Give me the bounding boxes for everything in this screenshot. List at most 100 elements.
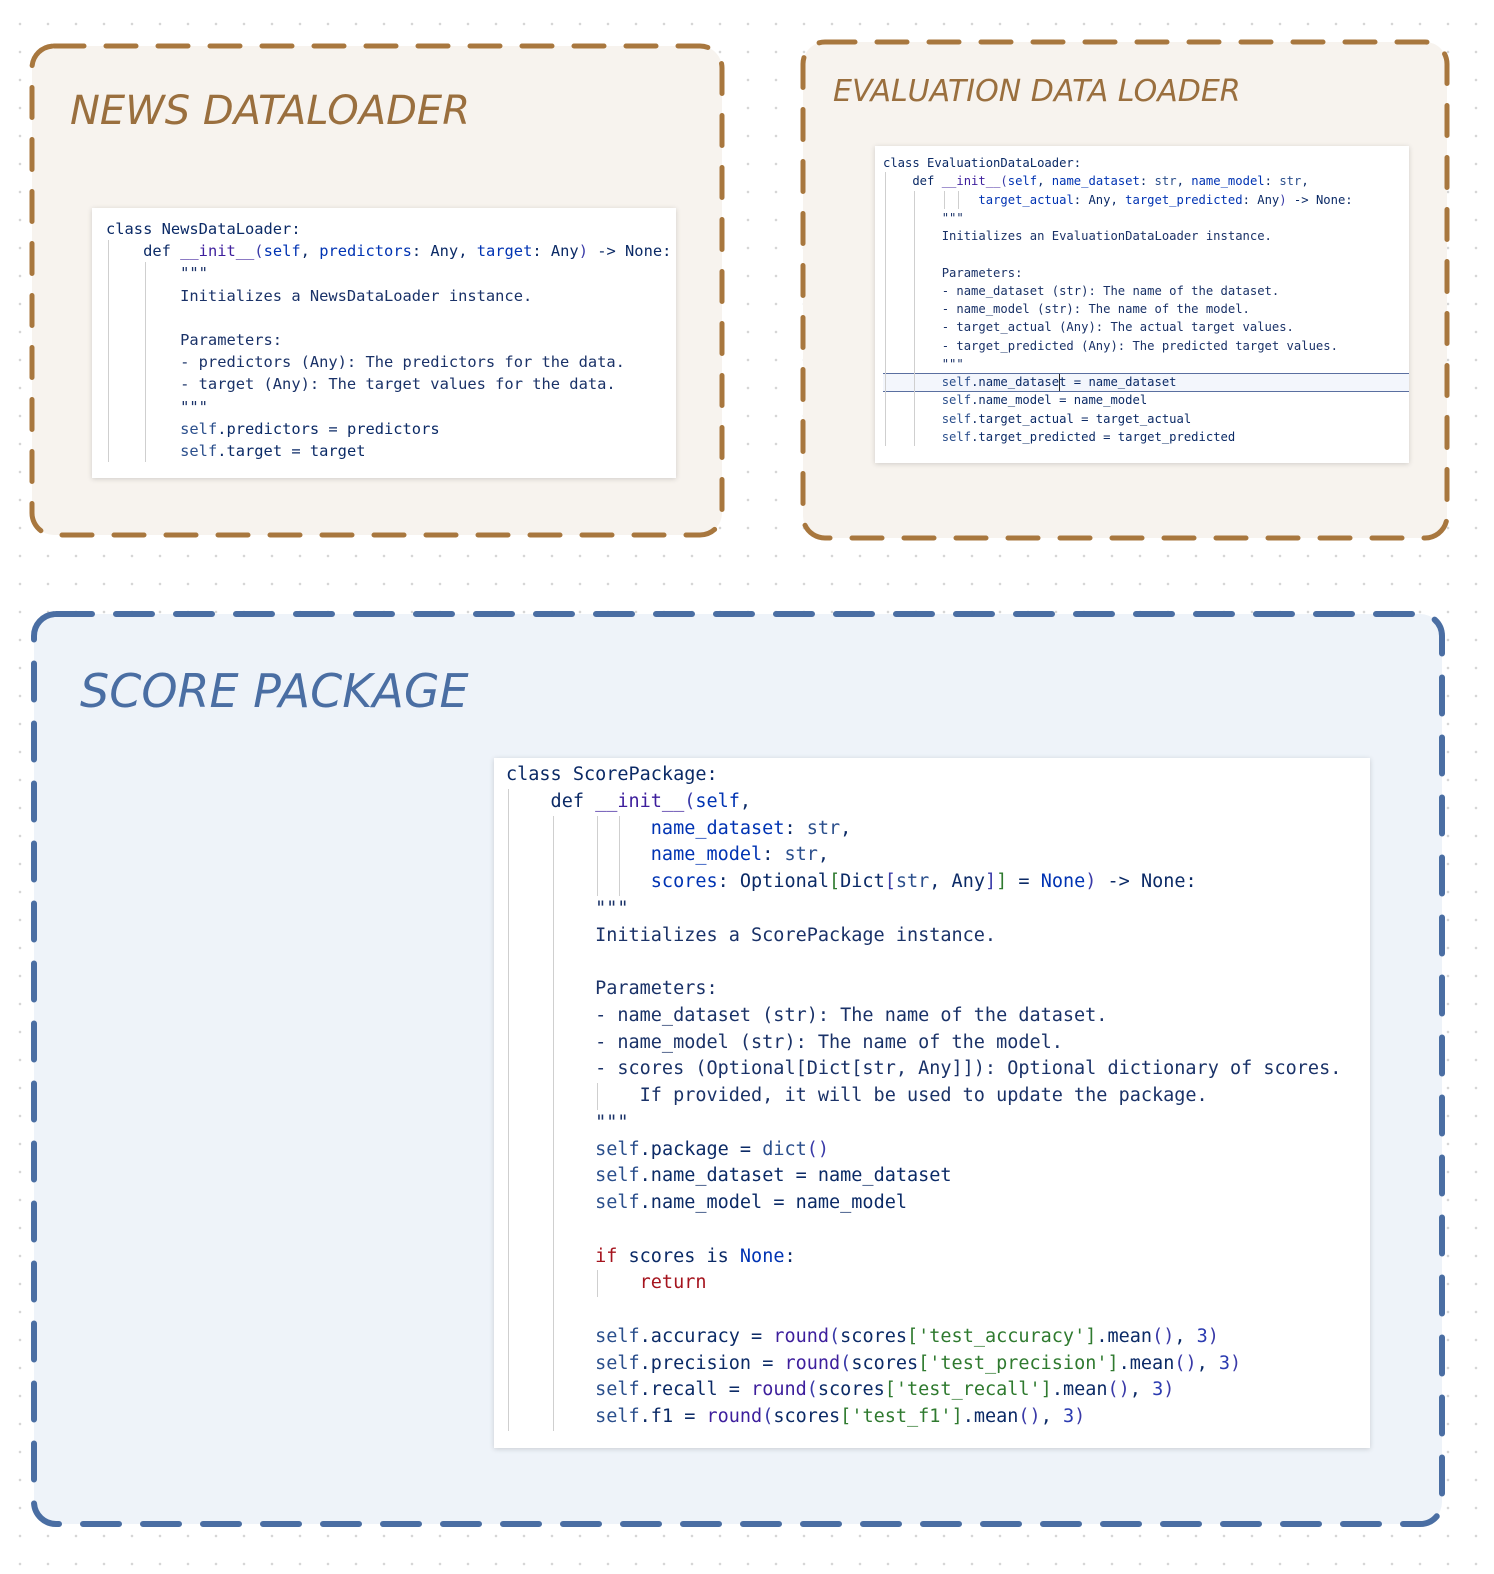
code-token: 'test_recall' — [895, 1379, 1041, 1401]
code-token: """ — [106, 397, 208, 416]
code-token: round — [784, 1352, 841, 1374]
score-code-card: class ScorePackage: def __init__(self, n… — [494, 758, 1370, 1448]
code-token: - target_predicted (Any): The predicted … — [883, 338, 1338, 353]
code-token: self — [941, 429, 972, 444]
code-line: self.target_actual = target_actual — [883, 410, 1353, 428]
code-token: .target_predicted = target_predicted — [971, 429, 1236, 444]
code-line: class NewsDataLoader: — [106, 218, 671, 240]
code-line: self.target = target — [106, 440, 671, 462]
news-dataloader-frame[interactable]: NEWS DATALOADER class NewsDataLoader: de… — [29, 43, 725, 538]
code-line: """ — [883, 355, 1353, 373]
code-line: """ — [883, 209, 1353, 227]
indent-guide — [943, 190, 945, 209]
code-token: __init__ — [180, 242, 255, 261]
code-token: 3 — [1062, 1406, 1075, 1427]
code-token: self — [941, 393, 972, 408]
code-token: is — [706, 1245, 729, 1267]
code-line: - target_predicted (Any): The predicted … — [883, 337, 1353, 355]
code-token: .recall = — [639, 1379, 752, 1401]
code-line: ​ — [883, 245, 1353, 263]
code-token: .f1 = — [639, 1406, 707, 1427]
code-token: round — [706, 1406, 763, 1427]
code-token: - name_dataset (str): The name of the da… — [883, 283, 1280, 298]
news-code-card: class NewsDataLoader: def __init__(self,… — [92, 208, 676, 478]
code-token: - scores (Optional[Dict[str, Any]]): Opt… — [506, 1058, 1342, 1080]
code-token: ) — [1279, 192, 1287, 207]
code-token: target — [476, 242, 533, 261]
code-token: self — [941, 411, 972, 426]
code-token: - target (Any): The target values for th… — [106, 375, 616, 394]
code-token: 3 — [1218, 1352, 1231, 1374]
code-token: def — [506, 790, 596, 812]
code-token: : Any, — [411, 242, 477, 261]
code-token: class ScorePackage: — [506, 764, 718, 785]
evaluation-dataloader-frame[interactable]: EVALUATION DATA LOADER class EvaluationD… — [800, 39, 1450, 541]
code-token: .mean — [1051, 1379, 1108, 1401]
code-token: [ — [829, 871, 841, 892]
code-token: predictors — [319, 242, 412, 261]
code-token: Parameters: — [883, 265, 1023, 280]
code-line: class ScorePackage: — [506, 762, 1341, 789]
news-code-block: class NewsDataLoader: def __init__(self,… — [106, 218, 671, 463]
indent-guide — [108, 240, 109, 463]
code-token: self — [595, 1192, 640, 1213]
code-token: Dict — [840, 871, 885, 892]
code-token: -> None: — [1286, 192, 1353, 207]
code-token: str — [895, 871, 930, 892]
code-token: .target_actual = target_actual — [971, 411, 1192, 426]
code-token: : — [762, 844, 785, 866]
code-token: self — [595, 1379, 640, 1401]
code-token: ( — [806, 1379, 818, 1401]
code-line: - target (Any): The target values for th… — [106, 373, 671, 395]
code-token: ( — [762, 1406, 774, 1427]
news-frame-title: NEWS DATALOADER — [70, 88, 470, 134]
code-token: ] — [996, 871, 1008, 892]
indent-guide — [508, 788, 509, 1431]
code-token: , — [1196, 1352, 1219, 1374]
score-frame-title: SCORE PACKAGE — [80, 664, 469, 718]
code-token: ) — [1163, 1379, 1175, 1401]
code-token: [ — [884, 1379, 896, 1401]
code-token: ] — [1085, 1325, 1097, 1347]
code-token: - name_model (str): The name of the mode… — [883, 302, 1250, 316]
score-package-frame[interactable]: SCORE PACKAGE class ScorePackage: def __… — [31, 611, 1445, 1527]
code-token: self — [180, 419, 218, 438]
code-token: Initializes a NewsDataLoader instance. — [106, 286, 533, 305]
code-token: : Any, — [1073, 192, 1126, 207]
code-token: : — [1139, 174, 1155, 189]
code-line: self.recall = round(scores['test_recall'… — [506, 1377, 1341, 1404]
code-token: ) — [1207, 1325, 1219, 1347]
code-token: () — [1174, 1352, 1197, 1374]
code-line: Parameters: — [506, 976, 1341, 1003]
indent-guide — [597, 815, 599, 896]
code-token: If provided, it will be used to update t… — [506, 1085, 1208, 1106]
code-line: name_dataset: str, — [506, 816, 1341, 843]
code-token: [ — [907, 1325, 919, 1347]
code-line: Initializes an EvaluationDataLoader inst… — [883, 227, 1353, 245]
code-token: """ — [506, 1111, 629, 1133]
code-token: .mean — [1096, 1325, 1153, 1347]
code-line: Parameters: — [106, 329, 671, 351]
code-token: : Any — [1242, 192, 1280, 207]
code-token: -> None: — [587, 242, 672, 261]
code-line: def __init__(self, predictors: Any, targ… — [106, 240, 671, 262]
indent-guide — [914, 190, 916, 446]
code-token: .name_dataset = name_dataset — [971, 375, 1177, 389]
code-token: scores — [617, 1245, 707, 1267]
code-token: , — [817, 844, 830, 866]
code-token: self — [595, 1325, 640, 1347]
code-token: - name_model (str): The name of the mode… — [506, 1031, 1063, 1053]
code-token: .name_model = name_model — [639, 1192, 907, 1213]
indent-guide — [597, 1270, 599, 1297]
code-line: def __init__(self, — [506, 789, 1341, 816]
code-token: , Any — [929, 871, 985, 892]
code-token: [ — [884, 871, 896, 892]
code-token: self — [595, 1352, 640, 1374]
